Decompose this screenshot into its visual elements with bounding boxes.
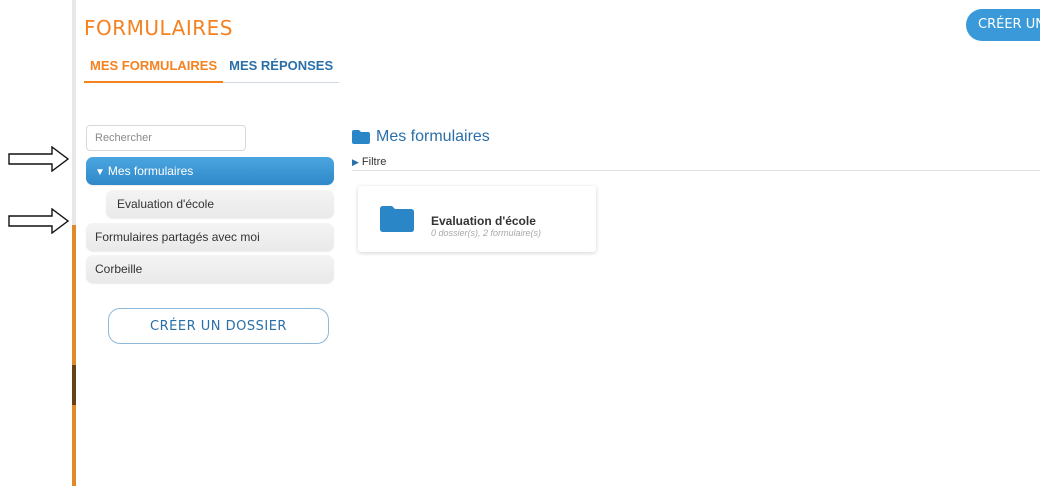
triangle-right-icon: ▶ <box>352 157 359 167</box>
tab-mes-formulaires[interactable]: MES FORMULAIRES <box>84 52 224 83</box>
sidebar-item-corbeille[interactable]: Corbeille <box>86 255 334 283</box>
annotation-arrow-icon <box>8 146 70 172</box>
tab-bar: MES FORMULAIRES MES RÉPONSES <box>84 52 340 83</box>
strip-segment <box>72 405 76 486</box>
search-input[interactable] <box>86 125 246 151</box>
filter-label: Filtre <box>361 156 387 168</box>
tab-mes-reponses[interactable]: MES RÉPONSES <box>223 52 340 83</box>
folder-icon <box>380 206 414 232</box>
sidebar-item-label: Corbeille <box>95 262 143 276</box>
create-form-button[interactable]: CRÉER UN <box>966 9 1040 41</box>
sidebar-item-label: Evaluation d'école <box>117 197 215 211</box>
divider <box>352 170 1040 171</box>
folder-meta: 0 dossier(s), 2 formulaire(s) <box>431 228 542 238</box>
page-title: Mes formulaires <box>376 128 490 145</box>
left-edge-strip <box>72 0 76 486</box>
create-folder-button[interactable]: CRÉER UN DOSSIER <box>108 308 329 344</box>
app-title: FORMULAIRES <box>84 16 233 40</box>
sidebar-item-evaluation-ecole[interactable]: Evaluation d'école <box>106 190 334 218</box>
sidebar-item-label: Formulaires partagés avec moi <box>95 230 260 244</box>
annotation-arrow-icon <box>8 208 70 234</box>
filter-toggle[interactable]: ▶ Filtre <box>352 156 386 168</box>
sidebar-item-formulaires-partages[interactable]: Formulaires partagés avec moi <box>86 223 334 251</box>
folder-name: Evaluation d'école <box>431 214 536 228</box>
folder-card[interactable]: Evaluation d'école 0 dossier(s), 2 formu… <box>358 186 596 252</box>
strip-segment <box>72 365 76 405</box>
sidebar-item-mes-formulaires[interactable]: ▼ Mes formulaires <box>86 157 334 185</box>
sidebar-item-label: Mes formulaires <box>107 164 194 178</box>
main-heading: Mes formulaires <box>352 128 490 146</box>
caret-down-icon: ▼ <box>95 167 105 178</box>
strip-segment <box>72 225 76 365</box>
folder-icon <box>352 130 370 144</box>
